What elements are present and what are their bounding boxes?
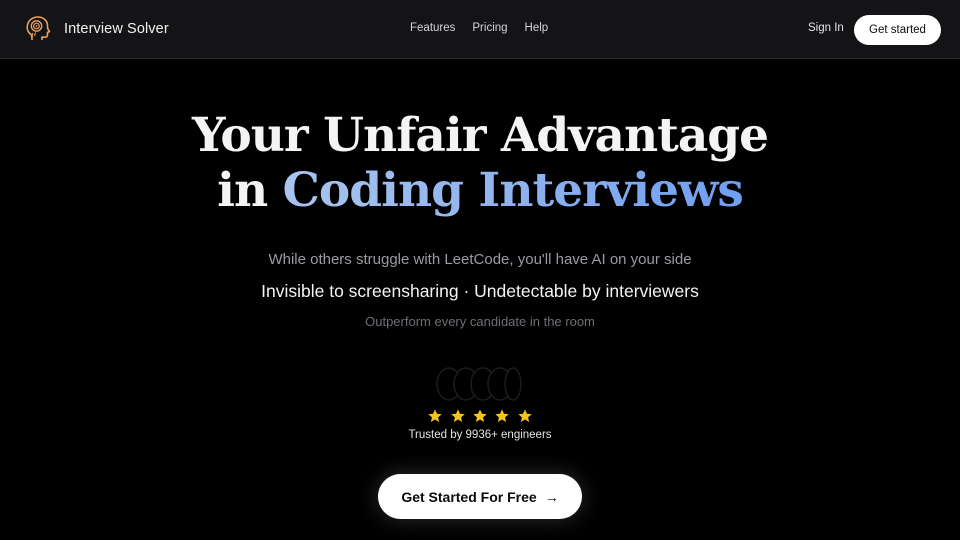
brand[interactable]: Interview Solver — [22, 13, 169, 45]
hero-title-prefix: in — [217, 163, 283, 218]
hero-tagline: Invisible to screensharing · Undetectabl… — [261, 281, 699, 301]
top-navbar: Interview Solver Features Pricing Help S… — [0, 0, 960, 59]
star-icon — [473, 409, 487, 422]
hero-title-line1: Your Unfair Advantage — [191, 108, 769, 163]
rating-stars — [0, 408, 960, 429]
nav-link-help[interactable]: Help — [525, 22, 549, 34]
get-started-button[interactable]: Get started — [854, 15, 941, 45]
brand-name: Interview Solver — [64, 21, 169, 37]
arrow-right-icon: → — [544, 488, 559, 505]
star-icon — [518, 409, 532, 422]
hero-note: Outperform every candidate in the room — [365, 314, 595, 329]
star-icon — [495, 409, 510, 422]
star-icon — [428, 409, 442, 422]
user-avatars-icon — [436, 367, 522, 401]
get-started-free-button[interactable]: Get Started For Free → — [378, 474, 582, 519]
main-nav: Features Pricing Help — [410, 22, 548, 34]
nav-link-pricing[interactable]: Pricing — [472, 22, 507, 34]
cta-label: Get Started For Free — [401, 488, 537, 505]
nav-link-features[interactable]: Features — [410, 22, 455, 34]
sign-in-link[interactable]: Sign In — [808, 22, 844, 34]
hero-title-accent: Coding Interviews — [282, 163, 744, 218]
hero-subtitle: While others struggle with LeetCode, you… — [268, 251, 692, 268]
trusted-by-text: Trusted by 9936+ engineers — [408, 429, 552, 441]
hero-title: Your Unfair Advantage in Coding Intervie… — [0, 108, 960, 218]
brain-head-icon — [26, 16, 51, 40]
star-icon — [450, 409, 465, 422]
